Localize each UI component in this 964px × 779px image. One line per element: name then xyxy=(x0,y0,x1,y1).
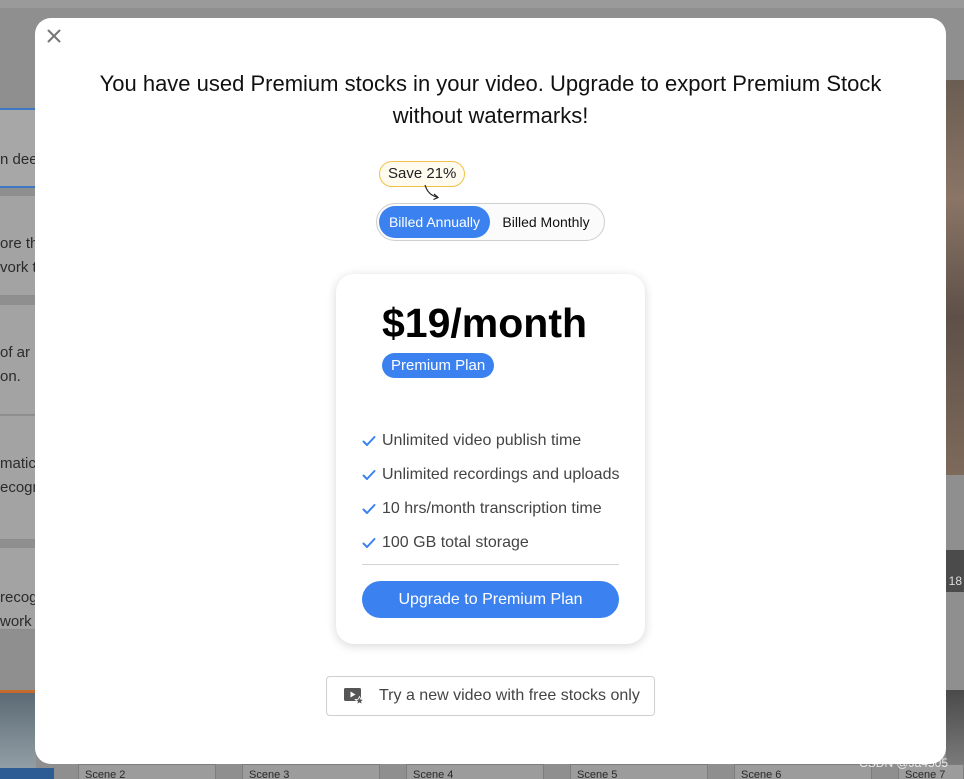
background-card: ore th vork to xyxy=(0,196,40,296)
check-icon xyxy=(362,503,382,515)
feature-label: 10 hrs/month transcription time xyxy=(382,500,602,517)
feature-list: Unlimited video publish time Unlimited r… xyxy=(362,424,619,560)
check-icon xyxy=(362,469,382,481)
close-icon xyxy=(47,29,61,43)
background-card-text: on. xyxy=(0,368,21,385)
background-toolbar xyxy=(0,0,964,8)
feature-label: Unlimited recordings and uploads xyxy=(382,466,620,483)
upgrade-modal: You have used Premium stocks in your vid… xyxy=(35,18,946,764)
background-card-text: ore th xyxy=(0,235,39,252)
background-card: of ar on. xyxy=(0,305,40,415)
background-card-text: vork to xyxy=(0,259,40,276)
curved-arrow-icon xyxy=(424,184,440,201)
feature-label: 100 GB total storage xyxy=(382,534,529,551)
billed-annually-option[interactable]: Billed Annually xyxy=(379,206,490,238)
check-icon xyxy=(362,537,382,549)
background-card-text: recog xyxy=(0,589,38,606)
feature-label: Unlimited video publish time xyxy=(382,432,582,449)
modal-title: You have used Premium stocks in your vid… xyxy=(99,71,882,128)
close-button[interactable] xyxy=(44,26,64,46)
plan-price: $19/month xyxy=(382,300,588,346)
background-card: recog work xyxy=(0,548,40,630)
background-scene-tab: Scene 3 xyxy=(242,764,380,779)
background-scene-tab: Scene 4 xyxy=(406,764,544,779)
background-card-text: matica xyxy=(0,455,40,472)
feature-item: Unlimited video publish time xyxy=(362,424,619,458)
background-scene-tab: Scene 5 xyxy=(570,764,708,779)
video-star-icon xyxy=(344,688,365,706)
background-strip-label: 18 xyxy=(948,574,962,588)
check-icon xyxy=(362,435,382,447)
feature-item: 100 GB total storage xyxy=(362,526,619,560)
background-preview-image xyxy=(946,80,964,475)
billing-toggle: Billed Annually Billed Monthly xyxy=(376,203,605,241)
upgrade-button[interactable]: Upgrade to Premium Plan xyxy=(362,581,619,618)
plan-name-badge: Premium Plan xyxy=(382,353,495,378)
plan-divider xyxy=(362,564,619,565)
background-scene-bar: Scene 2 Scene 3 Scene 4 Scene 5 Scene 6 … xyxy=(0,764,964,779)
background-timeline-strip: 18 xyxy=(946,550,964,592)
background-card-text: work xyxy=(0,613,32,630)
billed-monthly-option[interactable]: Billed Monthly xyxy=(490,206,602,238)
background-card: n dee xyxy=(0,108,40,188)
background-card-text: ecogn xyxy=(0,479,40,496)
background-card: matica ecogn xyxy=(0,416,40,540)
free-stocks-label: Try a new video with free stocks only xyxy=(379,687,640,704)
feature-item: Unlimited recordings and uploads xyxy=(362,458,619,492)
background-scene-tab: Scene 6 xyxy=(734,764,872,779)
background-scene-tab: Scene 2 xyxy=(78,764,216,779)
background-thumbnail xyxy=(946,690,964,765)
free-stocks-button[interactable]: Try a new video with free stocks only xyxy=(326,676,655,716)
feature-item: 10 hrs/month transcription time xyxy=(362,492,619,526)
plan-card: $19/month Premium Plan Unlimited video p… xyxy=(336,274,645,644)
background-card-text: n dee xyxy=(0,151,38,168)
background-card-text: of ar xyxy=(0,344,31,361)
